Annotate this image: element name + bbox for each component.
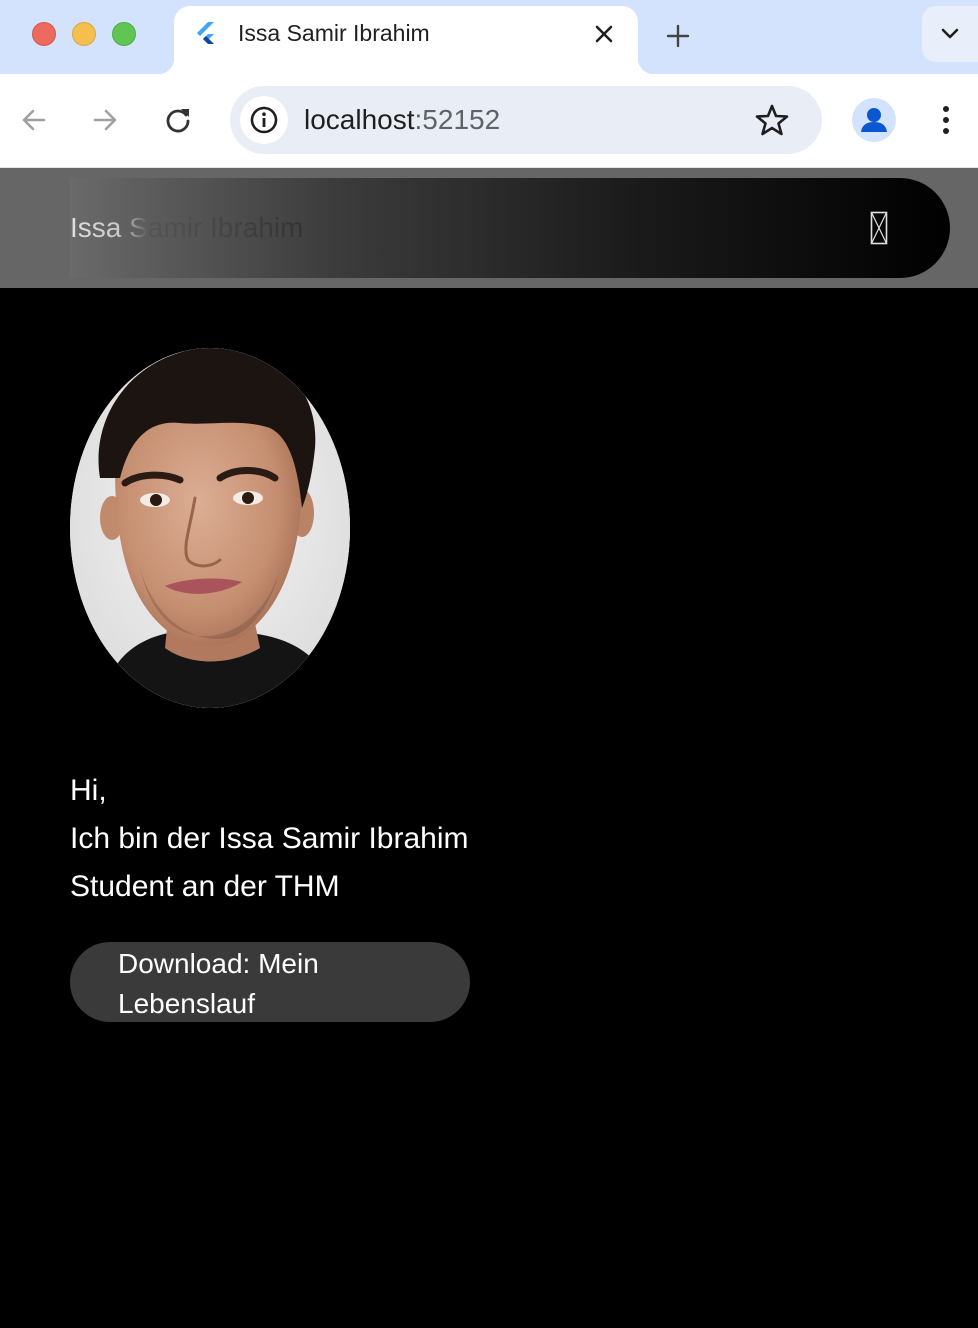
tab-strip: Issa Samir Ibrahim bbox=[0, 0, 978, 74]
window-close-button[interactable] bbox=[32, 22, 56, 46]
tab-title: Issa Samir Ibrahim bbox=[238, 20, 430, 46]
greeting-name: Ich bin der Issa Samir Ibrahim bbox=[70, 822, 469, 855]
url-port: :52152 bbox=[414, 104, 501, 135]
star-icon[interactable] bbox=[752, 100, 792, 140]
app-bar-title: Issa Samir Ibrahim bbox=[70, 212, 304, 243]
close-icon[interactable] bbox=[590, 20, 618, 48]
chevron-down-icon[interactable] bbox=[922, 6, 978, 62]
profile-photo bbox=[70, 348, 350, 708]
greeting-role: Student an der THM bbox=[70, 870, 340, 903]
missing-glyph-icon[interactable] bbox=[864, 208, 894, 248]
window-minimize-button[interactable] bbox=[72, 22, 96, 46]
browser-tab[interactable]: Issa Samir Ibrahim bbox=[158, 6, 654, 74]
reload-icon[interactable] bbox=[158, 100, 198, 140]
address-bar[interactable]: localhost:52152 bbox=[230, 86, 822, 154]
flutter-icon bbox=[197, 22, 214, 44]
arrow-right-icon[interactable] bbox=[85, 100, 125, 140]
app-bar: Issa Samir Ibrahim bbox=[0, 168, 978, 288]
download-cv-button[interactable]: Download: Mein Lebenslauf bbox=[70, 942, 470, 1022]
url-host: localhost bbox=[304, 104, 415, 135]
arrow-left-icon[interactable] bbox=[14, 100, 54, 140]
download-cv-label: Download: Mein Lebenslauf bbox=[118, 948, 319, 1019]
window-zoom-button[interactable] bbox=[112, 22, 136, 46]
browser-toolbar: localhost:52152 bbox=[0, 74, 978, 168]
info-icon[interactable] bbox=[240, 96, 288, 144]
kebab-icon[interactable] bbox=[926, 100, 966, 140]
plus-icon[interactable] bbox=[660, 18, 696, 54]
greeting-hi: Hi, bbox=[70, 774, 107, 807]
url-text[interactable]: localhost:52152 bbox=[304, 104, 500, 136]
person-icon[interactable] bbox=[852, 98, 896, 142]
